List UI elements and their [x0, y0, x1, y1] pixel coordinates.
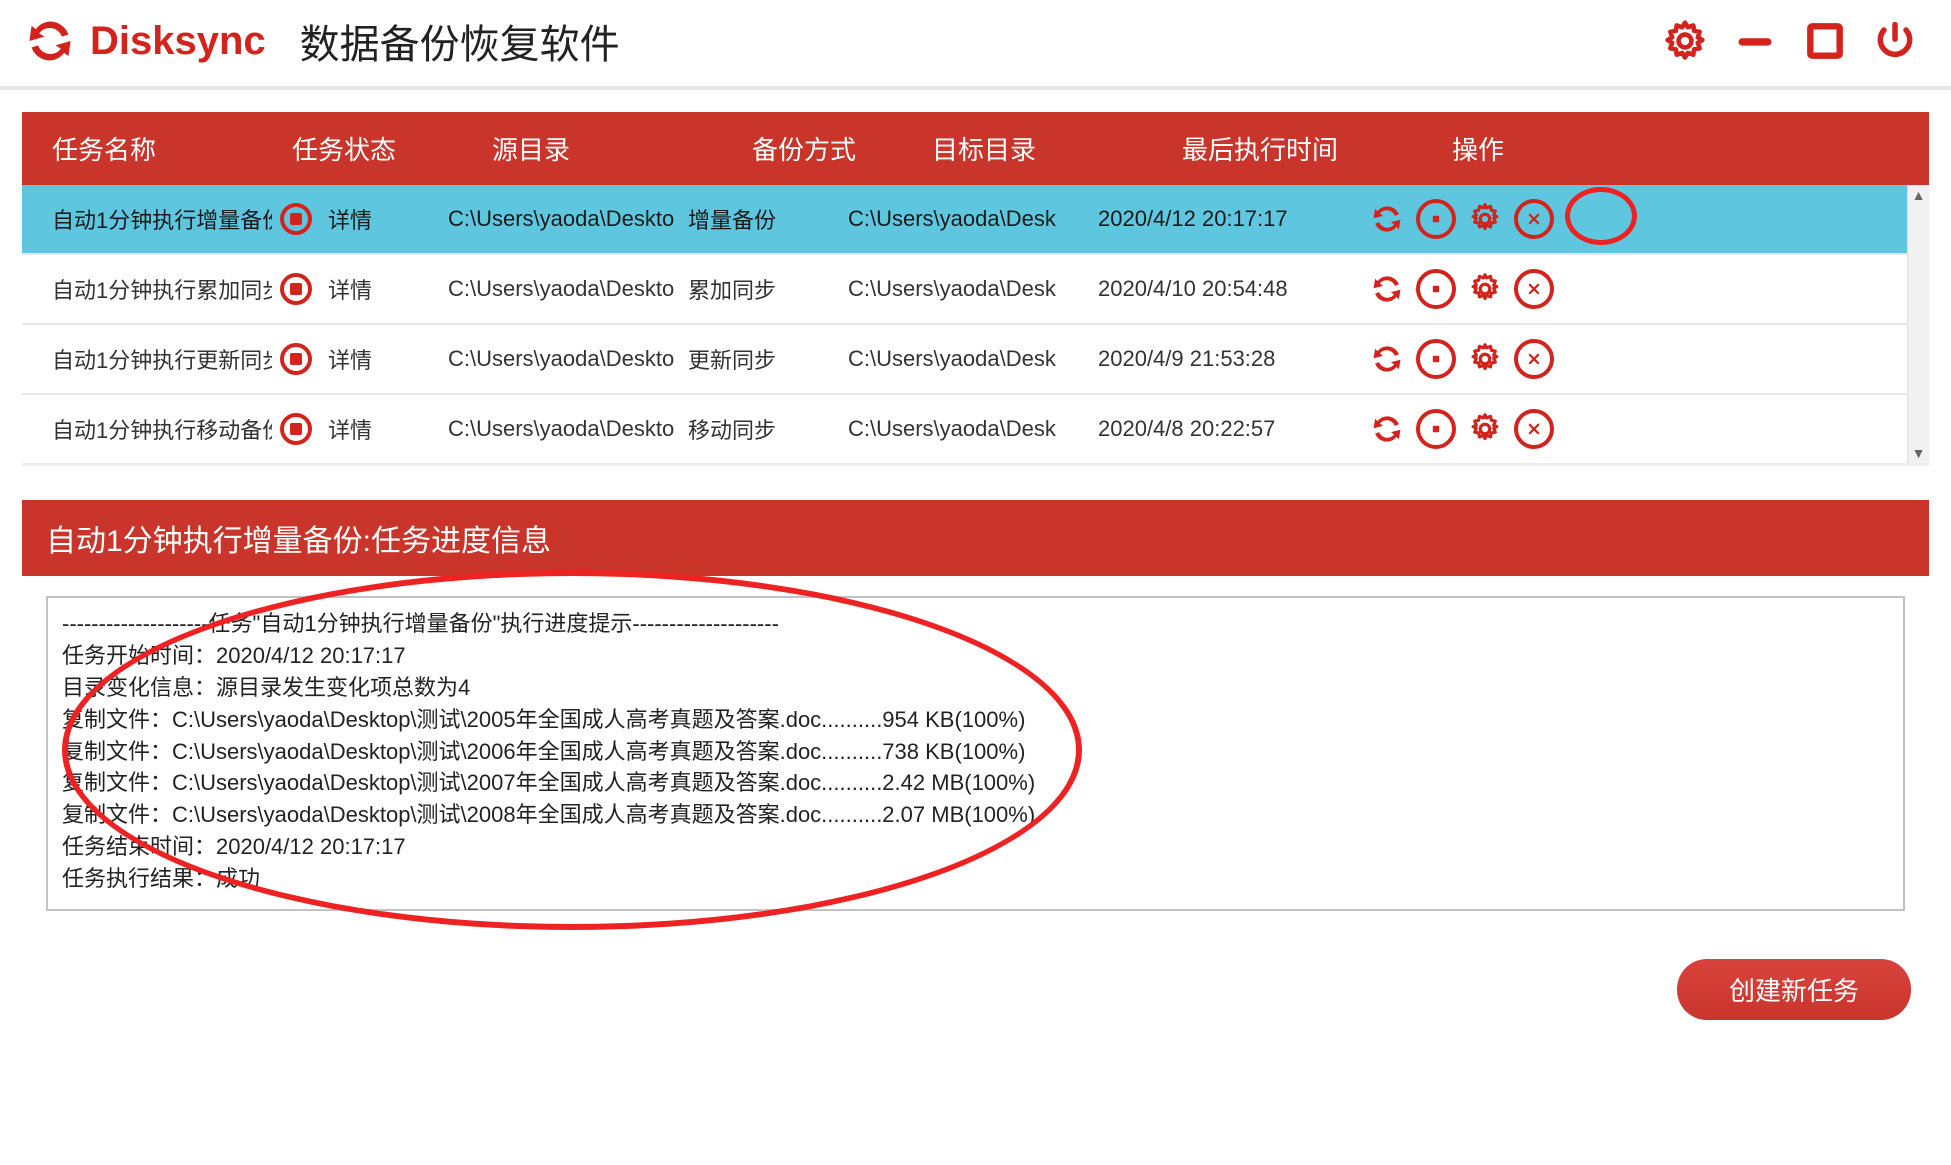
task-source: C:\Users\yaoda\Deskto [448, 206, 688, 232]
task-name: 自动1分钟执行累加同步备 [52, 273, 272, 305]
op-sync-icon[interactable] [1368, 270, 1406, 308]
op-delete-icon[interactable] [1514, 409, 1554, 449]
task-method: 增量备份 [688, 203, 848, 235]
col-target: 目标目录 [932, 130, 1182, 167]
op-delete-icon[interactable] [1514, 339, 1554, 379]
progress-title: 自动1分钟执行增量备份:任务进度信息 [22, 500, 1929, 576]
task-ops [1368, 409, 1899, 449]
op-sync-icon[interactable] [1368, 410, 1406, 448]
progress-log: --------------------任务"自动1分钟执行增量备份"执行进度提… [46, 596, 1905, 911]
app-logo-icon [24, 15, 76, 67]
titlebar: Disksync 数据备份恢复软件 [0, 0, 1951, 90]
op-delete-icon[interactable] [1514, 199, 1554, 239]
bottom-bar: 创建新任务 [0, 935, 1951, 1050]
task-status[interactable]: 详情 [328, 343, 448, 375]
power-icon[interactable] [1873, 19, 1917, 63]
maximize-icon[interactable] [1803, 19, 1847, 63]
op-settings-icon[interactable] [1466, 410, 1504, 448]
task-rows: 自动1分钟执行增量备份详情C:\Users\yaoda\Deskto增量备份C:… [22, 185, 1929, 463]
col-method: 备份方式 [752, 130, 932, 167]
task-name: 自动1分钟执行更新同步 [52, 343, 272, 375]
task-source: C:\Users\yaoda\Deskto [448, 276, 688, 302]
task-last-run: 2020/4/9 21:53:28 [1098, 346, 1368, 372]
scrollbar[interactable]: ▲ ▼ [1907, 185, 1929, 463]
op-stop-icon[interactable] [1416, 409, 1456, 449]
op-settings-icon[interactable] [1466, 200, 1504, 238]
task-target: C:\Users\yaoda\Desk [848, 346, 1098, 372]
task-name-cell: 自动1分钟执行更新同步 [52, 343, 328, 375]
app-title: 数据备份恢复软件 [300, 12, 620, 70]
task-last-run: 2020/4/12 20:17:17 [1098, 206, 1368, 232]
task-target: C:\Users\yaoda\Desk [848, 276, 1098, 302]
op-sync-icon[interactable] [1368, 340, 1406, 378]
col-last-run: 最后执行时间 [1182, 130, 1452, 167]
task-row[interactable]: 自动1分钟执行增量备份 详情C:\Users\yaoda\Deskto增量备份C:… [22, 185, 1929, 253]
task-name: 自动1分钟执行增量备份 [52, 203, 272, 235]
task-source: C:\Users\yaoda\Deskto [448, 346, 688, 372]
task-method: 更新同步 [688, 343, 848, 375]
logo-block: Disksync 数据备份恢复软件 [24, 12, 620, 70]
task-rows-wrap: 自动1分钟执行增量备份详情C:\Users\yaoda\Deskto增量备份C:… [22, 185, 1929, 466]
col-ops: 操作 [1452, 130, 1899, 167]
progress-panel: 自动1分钟执行增量备份:任务进度信息 --------------------任… [22, 500, 1929, 925]
task-name-cell: 自动1分钟执行增量备份 [52, 203, 328, 235]
task-last-run: 2020/4/8 20:22:57 [1098, 416, 1368, 442]
task-last-run: 2020/4/10 20:54:48 [1098, 276, 1368, 302]
task-row[interactable]: 自动1分钟执行移动备份 详情C:\Users\yaoda\Deskto移动同步C:… [22, 393, 1929, 463]
title-actions [1663, 19, 1927, 63]
op-sync-icon[interactable] [1368, 200, 1406, 238]
task-status[interactable]: 详情 [328, 273, 448, 305]
progress-body: --------------------任务"自动1分钟执行增量备份"执行进度提… [22, 576, 1929, 925]
task-row[interactable]: 自动1分钟执行累加同步备 详情C:\Users\yaoda\Deskto累加同步C… [22, 253, 1929, 323]
col-status: 任务状态 [292, 130, 492, 167]
task-row[interactable]: 自动1分钟执行更新同步 详情C:\Users\yaoda\Deskto更新同步C:… [22, 323, 1929, 393]
op-stop-icon[interactable] [1416, 199, 1456, 239]
op-settings-icon[interactable] [1466, 270, 1504, 308]
col-name: 任务名称 [52, 130, 292, 167]
status-stop-icon[interactable] [280, 343, 312, 375]
task-ops [1368, 339, 1899, 379]
task-ops [1368, 199, 1899, 239]
status-stop-icon[interactable] [280, 273, 312, 305]
task-status[interactable]: 详情 [328, 203, 448, 235]
brand-text: Disksync [90, 19, 266, 64]
task-header: 任务名称 任务状态 源目录 备份方式 目标目录 最后执行时间 操作 [22, 112, 1929, 185]
scroll-up-icon[interactable]: ▲ [1908, 185, 1929, 205]
task-name: 自动1分钟执行移动备份 [52, 413, 272, 445]
op-settings-icon[interactable] [1466, 340, 1504, 378]
scroll-down-icon[interactable]: ▼ [1908, 443, 1929, 463]
task-ops [1368, 269, 1899, 309]
col-source: 源目录 [492, 130, 752, 167]
op-delete-icon[interactable] [1514, 269, 1554, 309]
new-task-button[interactable]: 创建新任务 [1677, 959, 1911, 1020]
task-method: 移动同步 [688, 413, 848, 445]
task-panel: 任务名称 任务状态 源目录 备份方式 目标目录 最后执行时间 操作 自动1分钟执… [0, 90, 1951, 476]
task-target: C:\Users\yaoda\Desk [848, 206, 1098, 232]
task-status[interactable]: 详情 [328, 413, 448, 445]
task-target: C:\Users\yaoda\Desk [848, 416, 1098, 442]
op-stop-icon[interactable] [1416, 339, 1456, 379]
settings-icon[interactable] [1663, 19, 1707, 63]
task-name-cell: 自动1分钟执行移动备份 [52, 413, 328, 445]
minimize-icon[interactable] [1733, 19, 1777, 63]
status-stop-icon[interactable] [280, 203, 312, 235]
op-stop-icon[interactable] [1416, 269, 1456, 309]
status-stop-icon[interactable] [280, 413, 312, 445]
task-source: C:\Users\yaoda\Deskto [448, 416, 688, 442]
task-method: 累加同步 [688, 273, 848, 305]
task-name-cell: 自动1分钟执行累加同步备 [52, 273, 328, 305]
